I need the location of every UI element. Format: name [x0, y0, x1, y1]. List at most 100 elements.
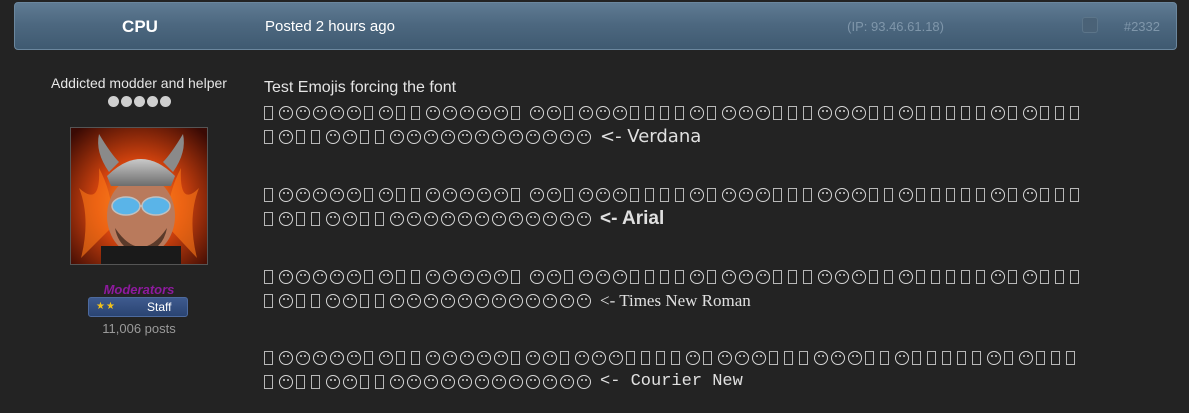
missing-glyph-icon — [773, 187, 782, 202]
missing-glyph-icon — [660, 269, 669, 284]
emoji-face-icon — [991, 105, 1005, 120]
emoji-face-icon — [426, 269, 440, 284]
emoji-face-icon — [343, 293, 357, 308]
missing-glyph-icon — [1040, 187, 1049, 202]
emoji-face-icon — [543, 374, 557, 389]
missing-glyph-icon — [884, 105, 893, 120]
missing-glyph-icon — [788, 105, 797, 120]
emoji-face-icon — [899, 105, 913, 120]
post-number-link[interactable]: #2332 — [1124, 19, 1160, 35]
emoji-face-icon — [509, 293, 523, 308]
emoji-face-icon — [458, 211, 472, 226]
emoji-face-icon — [296, 105, 310, 120]
emoji-face-icon — [313, 105, 327, 120]
emoji-face-icon — [441, 374, 455, 389]
posted-time-link[interactable]: 2 hours ago — [316, 18, 395, 35]
emoji-face-icon — [560, 374, 574, 389]
missing-glyph-icon — [931, 187, 940, 202]
missing-glyph-icon — [788, 187, 797, 202]
missing-glyph-icon — [645, 269, 654, 284]
forum-post: CPU Posted 2 hours ago (IP: 93.46.61.18) … — [0, 0, 1189, 413]
emoji-line — [264, 264, 1164, 288]
emoji-face-icon — [279, 269, 293, 284]
emoji-face-icon — [735, 350, 749, 365]
missing-glyph-icon — [360, 293, 369, 308]
missing-glyph-icon — [916, 269, 925, 284]
emoji-face-icon — [722, 105, 736, 120]
missing-glyph-icon — [311, 293, 320, 308]
emoji-face-icon — [1023, 187, 1037, 202]
missing-glyph-icon — [296, 211, 305, 226]
emoji-face-icon — [458, 129, 472, 144]
emoji-face-icon — [343, 129, 357, 144]
emoji-face-icon — [530, 269, 544, 284]
emoji-face-icon — [560, 129, 574, 144]
emoji-face-icon — [526, 350, 540, 365]
ip-address[interactable]: (IP: 93.46.61.18) — [847, 19, 944, 35]
emoji-face-icon — [899, 269, 913, 284]
emoji-face-icon — [596, 187, 610, 202]
emoji-face-icon — [424, 211, 438, 226]
missing-glyph-icon — [660, 187, 669, 202]
emoji-face-icon — [818, 105, 832, 120]
emoji-face-icon — [407, 293, 421, 308]
emoji-face-icon — [509, 211, 523, 226]
emoji-face-icon — [494, 269, 508, 284]
emoji-face-icon — [596, 105, 610, 120]
emoji-face-icon — [426, 350, 440, 365]
missing-glyph-icon — [880, 350, 889, 365]
missing-glyph-icon — [1070, 187, 1079, 202]
missing-glyph-icon — [773, 269, 782, 284]
emoji-face-icon — [326, 129, 340, 144]
emoji-face-icon — [690, 269, 704, 284]
missing-glyph-icon — [564, 269, 573, 284]
missing-glyph-icon — [296, 374, 305, 389]
missing-glyph-icon — [788, 269, 797, 284]
emoji-face-icon — [343, 211, 357, 226]
missing-glyph-icon — [564, 187, 573, 202]
missing-glyph-icon — [511, 105, 520, 120]
emoji-face-icon — [424, 293, 438, 308]
missing-glyph-icon — [1008, 105, 1017, 120]
missing-glyph-icon — [375, 374, 384, 389]
emoji-face-icon — [460, 350, 474, 365]
avatar[interactable] — [70, 127, 208, 265]
emoji-face-icon — [547, 105, 561, 120]
emoji-face-icon — [492, 129, 506, 144]
missing-glyph-icon — [396, 187, 405, 202]
missing-glyph-icon — [912, 350, 921, 365]
missing-glyph-icon — [396, 350, 405, 365]
missing-glyph-icon — [1004, 350, 1013, 365]
rank-pip-icon — [107, 96, 119, 107]
emoji-line — [264, 345, 1164, 369]
missing-glyph-icon — [296, 129, 305, 144]
missing-glyph-icon — [630, 269, 639, 284]
emoji-face-icon — [313, 350, 327, 365]
emoji-face-icon — [347, 105, 361, 120]
rank-pip-icon — [159, 96, 171, 107]
missing-glyph-icon — [773, 105, 782, 120]
missing-glyph-icon — [976, 105, 985, 120]
post-header: CPU Posted 2 hours ago (IP: 93.46.61.18) … — [14, 2, 1177, 50]
missing-glyph-icon — [656, 350, 665, 365]
missing-glyph-icon — [1066, 350, 1075, 365]
emoji-face-icon — [475, 129, 489, 144]
emoji-face-icon — [835, 105, 849, 120]
missing-glyph-icon — [1070, 269, 1079, 284]
author-name-link[interactable]: CPU — [15, 17, 265, 37]
missing-glyph-icon — [803, 105, 812, 120]
emoji-face-icon — [279, 293, 293, 308]
missing-glyph-icon — [884, 269, 893, 284]
missing-glyph-icon — [803, 187, 812, 202]
emoji-face-icon — [739, 105, 753, 120]
emoji-face-icon — [613, 105, 627, 120]
missing-glyph-icon — [626, 350, 635, 365]
missing-glyph-icon — [931, 269, 940, 284]
missing-glyph-icon — [671, 350, 680, 365]
missing-glyph-icon — [1055, 187, 1064, 202]
post-select-checkbox[interactable] — [1082, 17, 1098, 33]
emoji-face-icon — [739, 269, 753, 284]
missing-glyph-icon — [961, 269, 970, 284]
emoji-face-icon — [441, 129, 455, 144]
missing-glyph-icon — [784, 350, 793, 365]
